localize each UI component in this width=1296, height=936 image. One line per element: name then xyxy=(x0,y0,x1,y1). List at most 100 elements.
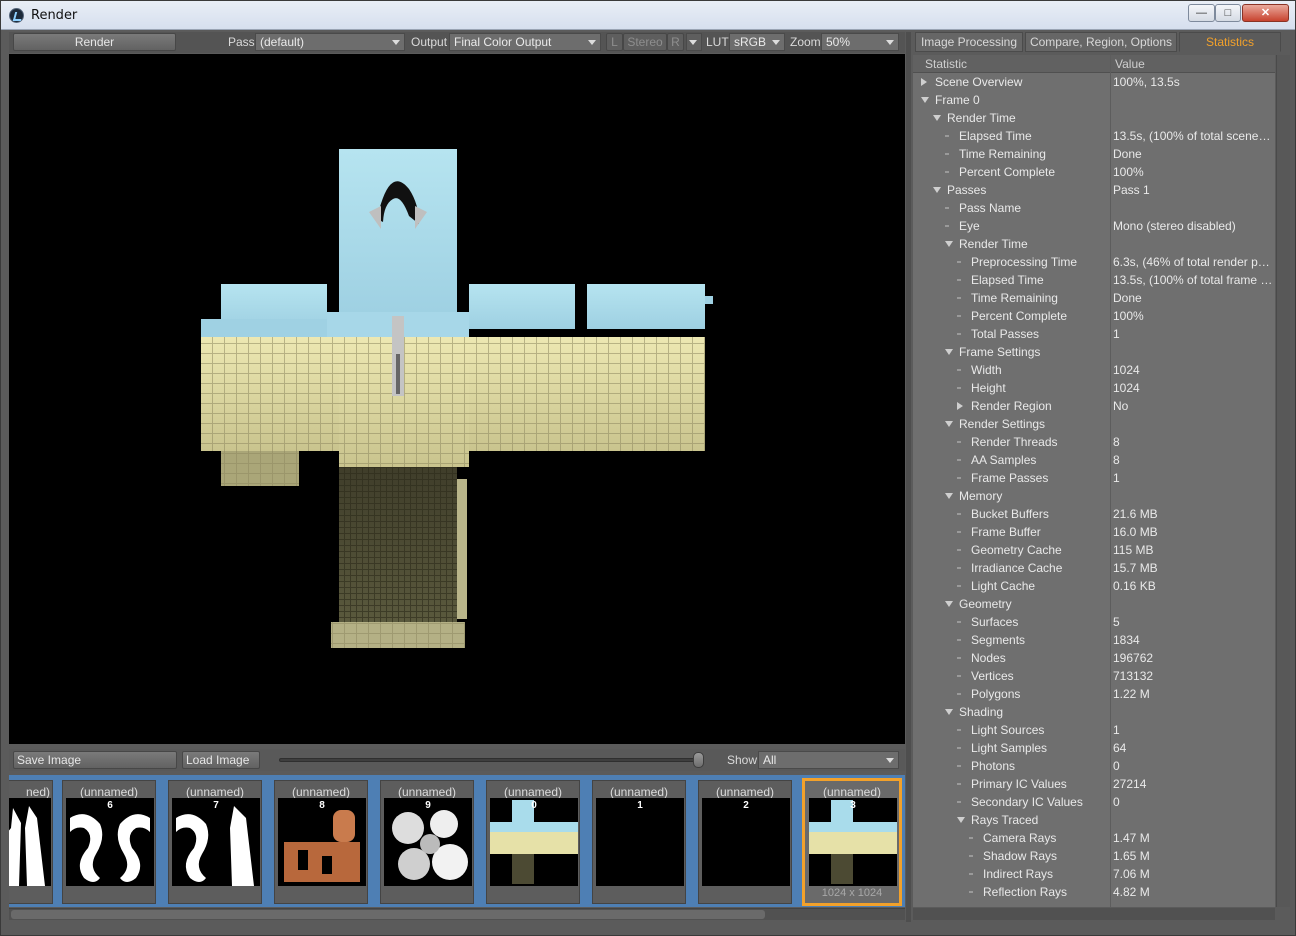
stereo-dropdown[interactable] xyxy=(686,33,702,51)
stat-row[interactable]: Memory xyxy=(913,487,1275,505)
stat-row[interactable]: Segments 1834 xyxy=(913,631,1275,649)
stat-row[interactable]: Camera Rays 1.47 M xyxy=(913,829,1275,847)
stat-row[interactable]: Passes Pass 1 xyxy=(913,181,1275,199)
stat-row[interactable]: Height 1024 xyxy=(913,379,1275,397)
stat-row[interactable]: Indirect Rays 7.06 M xyxy=(913,865,1275,883)
collapse-arrow-icon[interactable] xyxy=(945,709,953,715)
statistics-tree[interactable]: Statistic Value Scene Overview 100%, 13.5… xyxy=(913,55,1275,907)
stat-row[interactable]: Bucket Buffers 21.6 MB xyxy=(913,505,1275,523)
thumbnail-6[interactable]: (unnamed) 6 xyxy=(62,780,156,904)
slider-handle[interactable] xyxy=(693,752,704,768)
collapse-arrow-icon[interactable] xyxy=(921,97,929,103)
collapse-arrow-icon[interactable] xyxy=(933,115,941,121)
thumbnail-1[interactable]: (unnamed) 1 xyxy=(592,780,686,904)
zoom-dropdown[interactable]: 50% xyxy=(821,33,899,51)
statistics-hscrollbar[interactable] xyxy=(913,908,1275,920)
thumbnail-scrollbar[interactable] xyxy=(9,908,905,920)
right-eye-button[interactable]: R xyxy=(667,33,684,51)
stat-row[interactable]: Vertices 713132 xyxy=(913,667,1275,685)
stat-row[interactable]: Secondary IC Values 0 xyxy=(913,793,1275,811)
stat-row[interactable]: Render Time xyxy=(913,109,1275,127)
thumbnail-9[interactable]: (unnamed) 9 xyxy=(380,780,474,904)
maximize-button[interactable]: □ xyxy=(1215,4,1241,22)
column-value[interactable]: Value xyxy=(1115,57,1145,71)
stat-row[interactable]: Nodes 196762 xyxy=(913,649,1275,667)
stat-row[interactable]: Light Sources 1 xyxy=(913,721,1275,739)
collapse-arrow-icon[interactable] xyxy=(945,601,953,607)
stat-row[interactable]: Percent Complete 100% xyxy=(913,307,1275,325)
stat-value: 1.65 M xyxy=(1113,849,1150,863)
thumbnail-0[interactable]: (unnamed) 0 xyxy=(486,780,580,904)
thumbnail-2[interactable]: (unnamed) 2 xyxy=(698,780,792,904)
collapse-arrow-icon[interactable] xyxy=(945,421,953,427)
stereo-button[interactable]: Stereo xyxy=(623,33,667,51)
pane-splitter[interactable] xyxy=(906,32,911,922)
stat-row[interactable]: Render Threads 8 xyxy=(913,433,1275,451)
stat-row[interactable]: Photons 0 xyxy=(913,757,1275,775)
stat-row[interactable]: Time Remaining Done xyxy=(913,289,1275,307)
close-button[interactable]: ✕ xyxy=(1242,4,1289,22)
thumbnail-8[interactable]: (unnamed) 8 xyxy=(274,780,368,904)
expand-arrow-icon[interactable] xyxy=(921,78,927,86)
stat-row[interactable]: Width 1024 xyxy=(913,361,1275,379)
stat-row[interactable]: AA Samples 8 xyxy=(913,451,1275,469)
save-image-button[interactable]: Save Image xyxy=(13,751,177,769)
collapse-arrow-icon[interactable] xyxy=(945,241,953,247)
load-image-button[interactable]: Load Image xyxy=(182,751,260,769)
stat-row[interactable]: Shading xyxy=(913,703,1275,721)
pass-dropdown[interactable]: (default) xyxy=(255,33,405,51)
collapse-arrow-icon[interactable] xyxy=(957,817,965,823)
stat-row[interactable]: Render Region No xyxy=(913,397,1275,415)
stat-row[interactable]: Elapsed Time 13.5s, (100% of total scene … xyxy=(913,127,1275,145)
stat-row[interactable]: Geometry Cache 115 MB xyxy=(913,541,1275,559)
stat-row[interactable]: Light Cache 0.16 KB xyxy=(913,577,1275,595)
stat-row[interactable]: Irradiance Cache 15.7 MB xyxy=(913,559,1275,577)
thumbnail-3-selected[interactable]: (unnamed) 3 1024 x 1024 xyxy=(802,778,902,906)
scrollbar-thumb[interactable] xyxy=(11,910,765,919)
stat-row[interactable]: Preprocessing Time 6.3s, (46% of total re… xyxy=(913,253,1275,271)
tab-image-processing[interactable]: Image Processing xyxy=(915,32,1023,52)
minimize-button[interactable]: — xyxy=(1188,4,1215,22)
output-dropdown[interactable]: Final Color Output xyxy=(449,33,601,51)
stat-row[interactable]: Light Samples 64 xyxy=(913,739,1275,757)
collapse-arrow-icon[interactable] xyxy=(945,493,953,499)
stat-row[interactable]: Scene Overview 100%, 13.5s xyxy=(913,73,1275,91)
lut-dropdown[interactable]: sRGB xyxy=(729,33,785,51)
thumbnail-name: (unnamed) xyxy=(397,785,457,799)
stat-row[interactable]: Render Settings xyxy=(913,415,1275,433)
stat-row[interactable]: Shadow Rays 1.65 M xyxy=(913,847,1275,865)
thumbnail-5[interactable]: ned) xyxy=(9,780,53,904)
stat-row[interactable]: Geometry xyxy=(913,595,1275,613)
stat-row[interactable]: Percent Complete 100% xyxy=(913,163,1275,181)
statistics-scrollbar[interactable] xyxy=(1276,55,1290,907)
stat-row[interactable]: Frame Settings xyxy=(913,343,1275,361)
tree-leaf-icon xyxy=(957,639,961,641)
stat-row[interactable]: Surfaces 5 xyxy=(913,613,1275,631)
left-eye-button[interactable]: L xyxy=(606,33,623,51)
stat-row[interactable]: Frame 0 xyxy=(913,91,1275,109)
stat-row[interactable]: Frame Passes 1 xyxy=(913,469,1275,487)
stat-row[interactable]: Total Passes 1 xyxy=(913,325,1275,343)
stat-row[interactable]: Eye Mono (stereo disabled) xyxy=(913,217,1275,235)
stat-row[interactable]: Time Remaining Done xyxy=(913,145,1275,163)
thumbnail-7[interactable]: (unnamed) 7 xyxy=(168,780,262,904)
stat-row[interactable]: Frame Buffer 16.0 MB xyxy=(913,523,1275,541)
stat-row[interactable]: Pass Name xyxy=(913,199,1275,217)
stat-row[interactable]: Primary IC Values 27214 xyxy=(913,775,1275,793)
stat-row[interactable]: Polygons 1.22 M xyxy=(913,685,1275,703)
statistics-header: Statistic Value xyxy=(913,55,1275,73)
exposure-slider[interactable] xyxy=(279,758,699,762)
render-viewport[interactable] xyxy=(9,54,905,744)
stat-row[interactable]: Elapsed Time 13.5s, (100% of total frame … xyxy=(913,271,1275,289)
render-button[interactable]: Render xyxy=(13,33,176,51)
tab-statistics[interactable]: Statistics xyxy=(1179,32,1281,52)
stat-row[interactable]: Rays Traced xyxy=(913,811,1275,829)
stat-row[interactable]: Reflection Rays 4.82 M xyxy=(913,883,1275,901)
expand-arrow-icon[interactable] xyxy=(957,402,963,410)
show-dropdown[interactable]: All xyxy=(758,751,899,769)
tab-compare-region-options[interactable]: Compare, Region, Options xyxy=(1025,32,1177,52)
collapse-arrow-icon[interactable] xyxy=(933,187,941,193)
column-statistic[interactable]: Statistic xyxy=(925,57,967,71)
collapse-arrow-icon[interactable] xyxy=(945,349,953,355)
stat-row[interactable]: Render Time xyxy=(913,235,1275,253)
